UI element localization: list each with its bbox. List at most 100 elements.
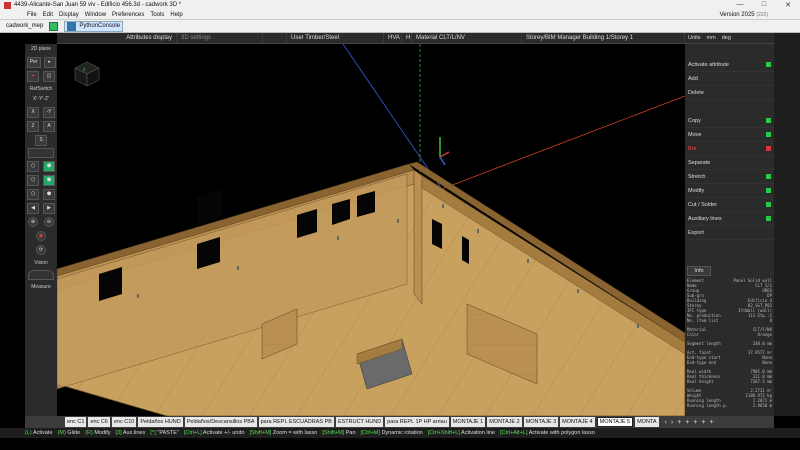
toolbar-python-icon[interactable] — [49, 21, 59, 31]
toolbar-item-python-console[interactable]: PythonConsole — [64, 20, 124, 32]
info-value: Orange — [757, 332, 772, 337]
view-tab[interactable]: MONTAJE 1 — [450, 417, 486, 427]
cube-grey-icon[interactable]: ⬡ — [27, 188, 39, 200]
break-button[interactable]: Brk — [685, 142, 774, 156]
tab-control[interactable]: + — [677, 419, 681, 426]
view-tab[interactable]: para REPL ESCUADRAS PB — [258, 417, 334, 427]
cut-solder-button[interactable]: Cut / Solder — [685, 198, 774, 212]
view-tab[interactable]: enc C1 — [65, 417, 87, 427]
menu-preferences[interactable]: Preferences — [109, 12, 147, 18]
corner-wall[interactable] — [413, 169, 423, 305]
status-hint: [Ctrl+Shift+L] Activation line — [428, 430, 495, 436]
spacer — [263, 33, 287, 43]
3d-settings-dropdown[interactable]: 3D settings — [177, 33, 263, 43]
navigation-cube[interactable]: z — [74, 61, 100, 87]
h-button[interactable]: H — [402, 33, 412, 43]
model-canvas[interactable]: z — [57, 44, 685, 416]
copy-button[interactable]: Copy — [685, 114, 774, 128]
wireframe-cube-icon[interactable]: ⬡ — [27, 160, 39, 172]
tab-control[interactable]: ‹ — [665, 419, 667, 426]
tab-control[interactable]: + — [702, 419, 706, 426]
menu-edit[interactable]: Edit — [40, 12, 56, 18]
units-mm[interactable]: mm — [707, 35, 716, 41]
close-button[interactable]: ✕ — [776, 1, 800, 9]
view-row-4: Z A — [25, 120, 57, 132]
target-icon[interactable]: ◉ — [36, 231, 46, 241]
menu-tools[interactable]: Tools — [147, 12, 167, 18]
solid-cube-icon[interactable]: ⬢ — [43, 160, 55, 172]
view-tab[interactable]: ESTRUCT HUND — [335, 417, 384, 427]
toolbar-item-cadwork-mep[interactable]: cadwork_mep — [6, 23, 43, 29]
cube-outline-icon[interactable]: ⬡ — [27, 174, 39, 186]
modify-button[interactable]: Modify — [685, 184, 774, 198]
view-neg-y-button[interactable]: -Y — [43, 106, 55, 118]
view-tab[interactable]: Peldaños HUND — [138, 417, 183, 427]
tab-control[interactable]: + — [710, 419, 714, 426]
right-scrollbar[interactable] — [774, 33, 800, 416]
view-tab[interactable]: Peldaños/Descansillos PBA — [184, 417, 257, 427]
perspective-button[interactable]: Per — [26, 56, 41, 68]
status-key: (L) — [25, 430, 32, 436]
camera-red-icon[interactable]: ⌖ — [27, 70, 39, 82]
layer-icon[interactable] — [28, 148, 54, 158]
auxiliary-lines-button[interactable]: Auxiliary lines — [685, 212, 774, 226]
view-s-button[interactable]: S — [35, 134, 47, 146]
view-z-button[interactable]: Z — [27, 120, 39, 132]
cube-green-icon[interactable]: ⬢ — [43, 174, 55, 186]
tab-control[interactable]: › — [671, 419, 673, 426]
view-tab[interactable]: MONTAJE 3 — [523, 417, 559, 427]
menu-display[interactable]: Display — [56, 12, 82, 18]
vision-gauge-icon[interactable] — [28, 270, 54, 280]
zoom-out-icon[interactable]: ⊖ — [44, 217, 54, 227]
view-tab[interactable]: enc C6 — [88, 417, 110, 427]
xyz-button[interactable]: X'-Y'-Z' — [25, 94, 57, 104]
next-view-icon[interactable]: ▶ — [43, 202, 55, 214]
left-tool-panel: 2D plane Per ▸ ⌖ ◫ RefSwitch X'-Y'-Z' X … — [25, 44, 57, 416]
orbit-icon[interactable]: ⟳ — [36, 245, 46, 255]
hva-button[interactable]: HVA — [384, 33, 402, 43]
view-tab[interactable]: enc C10 — [111, 417, 137, 427]
view-tab[interactable]: MONTA — [635, 417, 659, 427]
info-tab[interactable]: Info — [687, 266, 711, 276]
cube-dark-icon[interactable]: ⬢ — [43, 188, 55, 200]
minimize-button[interactable]: — — [728, 1, 752, 9]
maximize-button[interactable]: □ — [752, 1, 776, 9]
status-key: [Ctrl+L] — [183, 430, 202, 436]
view-tab[interactable]: MONTAJE 4 — [560, 417, 595, 427]
vision-button[interactable]: Vision — [25, 258, 57, 268]
units-deg[interactable]: deg — [722, 35, 731, 41]
box-view-icon[interactable]: ◫ — [43, 70, 55, 82]
view-row-5: S — [25, 134, 57, 146]
view-axes-icon[interactable]: ▸ — [43, 56, 56, 68]
view-a-button[interactable]: A — [43, 120, 55, 132]
user-attribute[interactable]: User Timber/Steel — [287, 33, 384, 43]
delete-button[interactable]: Delete — [685, 86, 774, 100]
tab-control[interactable]: + — [685, 419, 689, 426]
attributes-display-button[interactable]: Attributes display — [57, 33, 177, 43]
storey-attribute[interactable]: Storey/BIM Manager Building 1/Storey 1 — [522, 33, 685, 43]
menu-help[interactable]: Help — [167, 12, 185, 18]
2d-plane-button[interactable]: 2D plane — [25, 44, 57, 54]
view-x-button[interactable]: X — [27, 106, 39, 118]
3d-viewport[interactable]: z — [57, 44, 685, 416]
tab-control[interactable]: + — [693, 419, 697, 426]
previous-view-icon[interactable]: ◀ — [27, 202, 39, 214]
menu-file[interactable]: File — [0, 12, 40, 18]
status-key: [Shift+M] — [322, 430, 345, 436]
menu-window[interactable]: Window — [82, 12, 109, 18]
view-tab[interactable]: MONTAJE 2 — [487, 417, 522, 427]
material-attribute[interactable]: Material CLT/L/NV — [412, 33, 522, 43]
activate-attribute-button[interactable]: Activate attribute — [685, 58, 774, 72]
view-tab[interactable]: para REPL 1P HP arriau — [385, 417, 449, 427]
separate-button[interactable]: Separate — [685, 156, 774, 170]
move-button[interactable]: Move — [685, 128, 774, 142]
stretch-button[interactable]: Stretch — [685, 170, 774, 184]
measure-button[interactable]: Measure — [25, 282, 57, 292]
add-button[interactable]: Add — [685, 72, 774, 86]
status-indicator — [766, 202, 771, 207]
refswitch-button[interactable]: RefSwitch — [25, 84, 57, 94]
status-text: Aux.lines — [121, 430, 146, 436]
zoom-in-icon[interactable]: ⊕ — [28, 217, 38, 227]
view-tab[interactable]: MONTAJE 5 — [596, 417, 634, 427]
export-button[interactable]: Export — [685, 226, 774, 240]
